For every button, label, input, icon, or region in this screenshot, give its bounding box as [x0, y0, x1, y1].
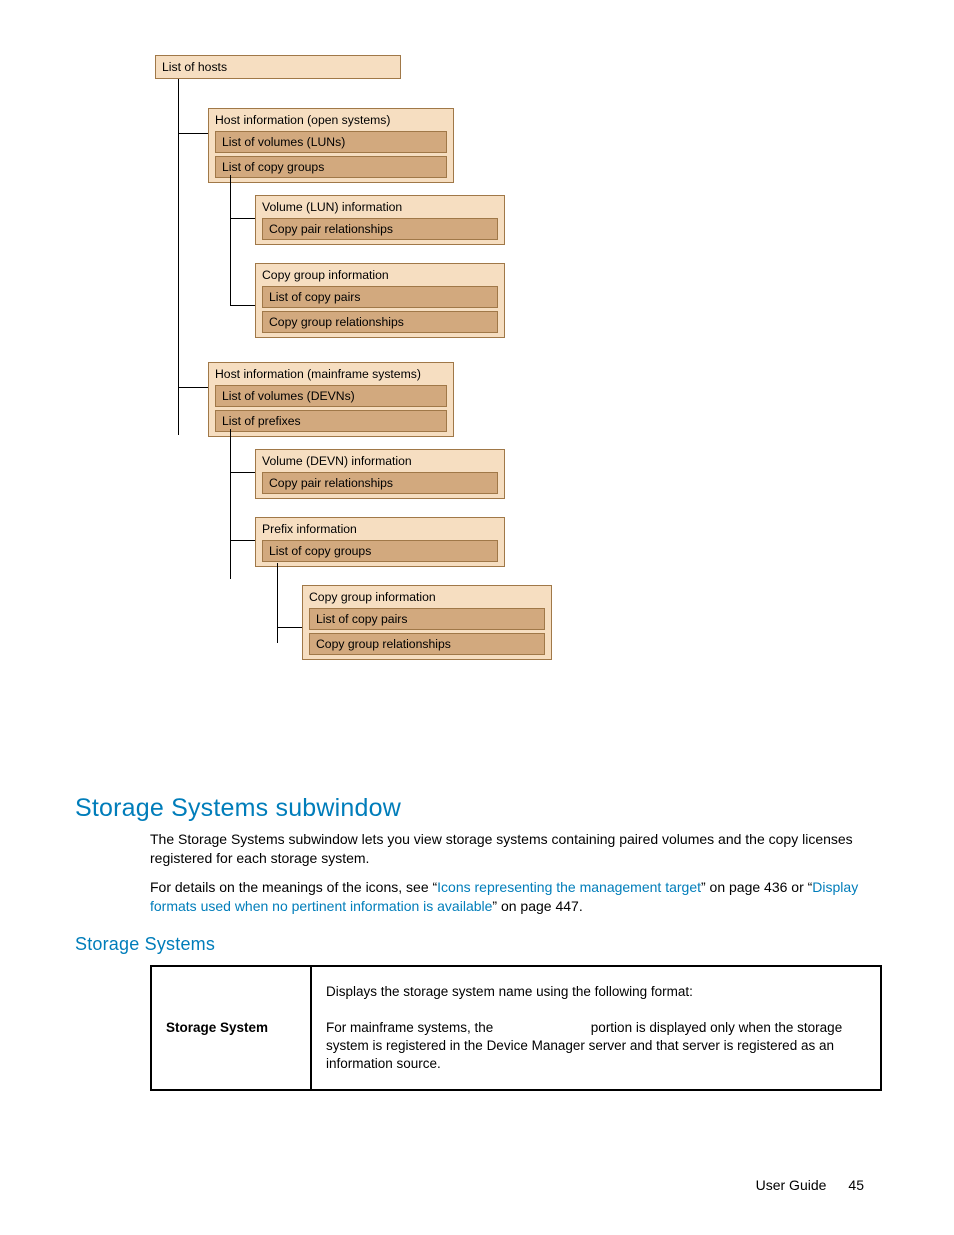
node-vol-lun: Volume (LUN) information Copy pair relat…	[255, 195, 505, 245]
paragraph-intro: The Storage Systems subwindow lets you v…	[150, 830, 874, 868]
node-root: List of hosts	[155, 55, 401, 79]
node-vol-lun-title: Volume (LUN) information	[262, 200, 498, 214]
hierarchy-diagram: List of hosts Host information (open sys…	[155, 55, 595, 785]
node-vol-devn-item-0: Copy pair relationships	[262, 472, 498, 494]
node-vol-devn: Volume (DEVN) information Copy pair rela…	[255, 449, 505, 499]
heading-storage-systems: Storage Systems	[75, 934, 215, 955]
node-cg2-title: Copy group information	[309, 590, 545, 604]
node-prefix-item-0: List of copy groups	[262, 540, 498, 562]
node-cg2: Copy group information List of copy pair…	[302, 585, 552, 660]
cell-desc-line1: Displays the storage system name using t…	[326, 983, 866, 1001]
node-vol-lun-item-0: Copy pair relationships	[262, 218, 498, 240]
node-cg1-item-1: Copy group relationships	[262, 311, 498, 333]
page: List of hosts Host information (open sys…	[0, 0, 954, 1235]
cell-storage-system-label: Storage System	[151, 966, 311, 1090]
node-host-open-item-1: List of copy groups	[215, 156, 447, 178]
node-root-label: List of hosts	[162, 60, 227, 74]
footer-label: User Guide	[756, 1177, 827, 1193]
link-icons-representing[interactable]: Icons representing the management target	[437, 879, 701, 895]
node-host-mf-item-0: List of volumes (DEVNs)	[215, 385, 447, 407]
node-host-open-title: Host information (open systems)	[215, 113, 447, 127]
node-host-open: Host information (open systems) List of …	[208, 108, 454, 183]
node-host-open-item-0: List of volumes (LUNs)	[215, 131, 447, 153]
page-footer: User Guide 45	[756, 1177, 864, 1193]
node-cg2-item-0: List of copy pairs	[309, 608, 545, 630]
paragraph-refs-c: ” on page 447.	[492, 898, 582, 914]
node-cg2-item-1: Copy group relationships	[309, 633, 545, 655]
node-cg1-item-0: List of copy pairs	[262, 286, 498, 308]
heading-storage-systems-subwindow: Storage Systems subwindow	[75, 794, 401, 823]
paragraph-refs-b: ” on page 436 or “	[701, 879, 812, 895]
node-cg1-title: Copy group information	[262, 268, 498, 282]
paragraph-intro-text: The Storage Systems subwindow lets you v…	[150, 831, 853, 866]
footer-page-number: 45	[848, 1177, 864, 1193]
node-vol-devn-title: Volume (DEVN) information	[262, 454, 498, 468]
node-host-mf-title: Host information (mainframe systems)	[215, 367, 447, 381]
storage-systems-table: Storage System Displays the storage syst…	[150, 965, 882, 1091]
cell-storage-system-desc: Displays the storage system name using t…	[311, 966, 881, 1090]
node-cg1: Copy group information List of copy pair…	[255, 263, 505, 338]
paragraph-refs-a: For details on the meanings of the icons…	[150, 879, 437, 895]
cell-desc-line2: For mainframe systems, the portion is di…	[326, 1019, 866, 1073]
table-row: Storage System Displays the storage syst…	[151, 966, 881, 1090]
paragraph-refs: For details on the meanings of the icons…	[150, 878, 874, 916]
node-host-mf: Host information (mainframe systems) Lis…	[208, 362, 454, 437]
node-host-mf-item-1: List of prefixes	[215, 410, 447, 432]
node-prefix: Prefix information List of copy groups	[255, 517, 505, 567]
node-prefix-title: Prefix information	[262, 522, 498, 536]
